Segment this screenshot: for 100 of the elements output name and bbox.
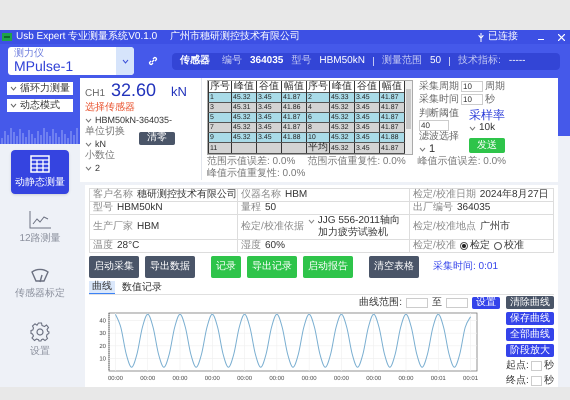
elapsed-time-text: 采集时间: 0:01 xyxy=(433,261,498,273)
field-label: 型号 xyxy=(291,55,312,67)
form-dropdown[interactable]: JJG 556-2011轴向加力疲劳试验机 xyxy=(308,215,406,239)
caret-icon xyxy=(308,219,315,224)
action-button[interactable]: 启动采集 xyxy=(89,256,139,278)
form-label: 检定/校准地点 xyxy=(413,221,476,233)
input-field[interactable] xyxy=(446,298,468,308)
caret-icon xyxy=(10,86,17,91)
close-button[interactable] xyxy=(556,32,566,42)
connection-status: 已连接 xyxy=(488,31,518,43)
table-cell: 平均 xyxy=(306,142,330,154)
device-select[interactable]: 测力仪 MPulse-1 xyxy=(8,47,134,75)
setting-label: 选择传感器 xyxy=(85,102,135,114)
reading-unit: kN xyxy=(171,86,187,98)
form-value: 28°C xyxy=(117,240,140,252)
form-value: 50 xyxy=(265,202,276,214)
field-label: 编号 xyxy=(222,55,242,67)
unit-label: 周期 xyxy=(485,80,505,92)
tab[interactable]: 曲线 xyxy=(89,281,115,294)
input-field[interactable]: 40 xyxy=(419,120,449,131)
sample-rate-label: 采样率 xyxy=(469,108,505,122)
dropdown[interactable]: HBM50kN-364035- xyxy=(85,114,172,126)
scrollbar[interactable] xyxy=(405,81,412,154)
company-name: 广州市穗研测控技术有限公司 xyxy=(170,31,300,43)
form-label: 检定/校准 xyxy=(413,240,456,252)
table-icon xyxy=(30,155,50,173)
mode-dropdown[interactable]: 循环力测量 xyxy=(7,82,73,95)
mode-dropdown[interactable]: 动态模式 xyxy=(7,99,73,112)
form-label: 量程 xyxy=(241,202,261,214)
radio-button[interactable] xyxy=(460,242,468,250)
input-field[interactable] xyxy=(406,298,428,308)
unit-label: 秒 xyxy=(544,360,554,372)
close-icon xyxy=(558,34,564,40)
channel-label: CH1 xyxy=(85,88,106,100)
caret-icon xyxy=(469,126,476,130)
stat-text: 范围示值误差: 0.0% xyxy=(207,156,296,168)
filter-dropdown[interactable]: 1 xyxy=(419,143,436,155)
form-value: 穗研测控技术有限公司 xyxy=(137,189,237,201)
dropdown[interactable]: kN xyxy=(85,138,106,150)
reading-value: 32.60 xyxy=(111,80,158,100)
field-label: 技术指标: xyxy=(458,55,501,67)
caret-icon xyxy=(419,146,426,152)
field-label: 采集周期 xyxy=(419,80,459,92)
form-label: 检定/校准依据 xyxy=(241,221,304,233)
form-value: 364035 xyxy=(457,202,490,214)
input-field[interactable] xyxy=(530,361,542,371)
field-label: 曲线范围: xyxy=(359,297,402,309)
dropdown[interactable]: 2 xyxy=(85,162,100,174)
field-label: 采集时间 xyxy=(419,94,459,106)
unit-label: 秒 xyxy=(485,94,495,106)
form-label: 生产厂家 xyxy=(93,221,133,233)
curve-button[interactable]: 清除曲线 xyxy=(506,296,554,309)
form-label: 湿度 xyxy=(241,240,261,252)
setting-label: 小数位 xyxy=(85,150,115,162)
curve-button[interactable]: 保存曲线 xyxy=(506,312,554,325)
tab[interactable]: 数值记录 xyxy=(119,281,165,294)
stat-text: 峰值示值误差: 0.0% xyxy=(418,156,506,168)
input-field[interactable]: 10 xyxy=(461,81,483,92)
caret-icon xyxy=(122,58,128,64)
input-field[interactable] xyxy=(530,376,542,386)
field-value: HBM50kN xyxy=(319,55,365,67)
curve-button[interactable]: 全部曲线 xyxy=(506,328,554,341)
field-label: 判断阈值 xyxy=(419,108,460,120)
form-label: 检定/校准日期 xyxy=(413,189,476,201)
field-label: 至 xyxy=(432,297,442,309)
field-label: 测量范围 xyxy=(382,55,422,67)
form-value: 60% xyxy=(265,240,286,252)
form-value: HBM xyxy=(137,221,160,233)
field-value: 364035 xyxy=(250,55,284,67)
settings-icon xyxy=(30,322,50,342)
nav-item[interactable]: 动静态测量 xyxy=(11,150,69,194)
sample-rate-dropdown[interactable]: 10k xyxy=(469,122,496,134)
curve-button[interactable]: 阶段放大 xyxy=(506,344,554,357)
zero-button[interactable]: 清零 xyxy=(139,132,175,144)
field-label: 滤波选择 xyxy=(419,131,460,143)
action-button[interactable]: 导出数据 xyxy=(145,256,195,278)
usb-icon xyxy=(478,32,484,42)
caret-icon xyxy=(10,103,17,108)
form-label: 出厂编号 xyxy=(413,202,453,214)
unit-label: 秒 xyxy=(544,375,554,387)
app-title: Usb Expert 专业测量系统V0.1.0 xyxy=(16,31,158,43)
radio-button[interactable] xyxy=(494,242,502,250)
setting-label: 单位切换 xyxy=(85,126,125,138)
sensor-tag: 传感器 xyxy=(180,55,210,67)
input-field[interactable]: 10 xyxy=(461,94,483,105)
radio-label: 检定 xyxy=(470,240,490,252)
field-value: 50 xyxy=(430,55,442,67)
form-value: 广州市 xyxy=(480,221,510,233)
line-chart-icon xyxy=(29,211,51,229)
link-button[interactable] xyxy=(146,54,160,68)
radio-label: 校准 xyxy=(504,240,524,252)
form-label: 型号 xyxy=(93,202,113,214)
form-label: 客户名称 xyxy=(93,189,133,201)
form-label: 温度 xyxy=(93,240,113,252)
action-button[interactable]: 清空表格 xyxy=(369,256,419,278)
caret-icon xyxy=(85,118,92,122)
field-label: 终点: xyxy=(506,375,529,387)
app-logo-icon xyxy=(2,33,12,41)
set-button[interactable]: 设置 xyxy=(472,297,500,309)
field-value: ----- xyxy=(508,55,526,67)
